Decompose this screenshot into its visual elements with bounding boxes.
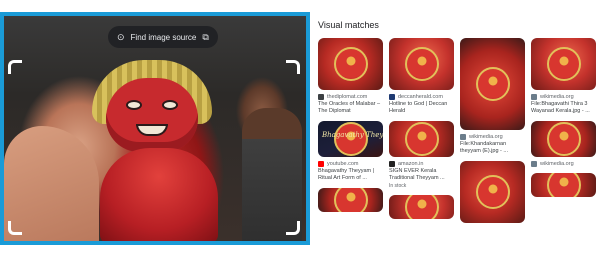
match-title[interactable]: File:Bhagavathi Thira 3 Wayanad Kerala.j… bbox=[531, 101, 596, 115]
match-thumbnail[interactable] bbox=[531, 121, 596, 157]
photo-costume bbox=[100, 148, 218, 241]
match-title[interactable]: Bhagavathy Theyyam | Ritual Art Form of … bbox=[318, 168, 383, 182]
match-thumbnail[interactable] bbox=[531, 173, 596, 197]
visual-match-card[interactable]: wikimedia.org bbox=[531, 121, 596, 167]
match-source: amazon.in bbox=[389, 161, 454, 167]
find-image-source-button[interactable]: ⊙ Find image source ⧉ bbox=[108, 26, 218, 48]
matches-column: wikimedia.org File:Bhagavathi Thira 3 Way… bbox=[531, 38, 596, 256]
matches-column: deccanherald.com Hotline to God | Deccan … bbox=[389, 38, 454, 256]
site-favicon-icon bbox=[389, 94, 395, 100]
visual-match-card[interactable] bbox=[460, 161, 525, 223]
photo-mask bbox=[106, 78, 198, 152]
site-favicon-icon bbox=[460, 134, 466, 140]
site-favicon-icon bbox=[318, 161, 324, 167]
match-thumbnail[interactable] bbox=[389, 195, 454, 219]
matches-column: thediplomat.com The Oracles of Malabar – … bbox=[318, 38, 383, 256]
visual-match-card[interactable]: wikimedia.org File:Khandakarnan theyyam (… bbox=[460, 38, 525, 155]
site-favicon-icon bbox=[318, 94, 324, 100]
site-favicon-icon bbox=[531, 161, 537, 167]
visual-match-card[interactable]: thediplomat.com The Oracles of Malabar – … bbox=[318, 38, 383, 115]
match-thumbnail[interactable] bbox=[318, 38, 383, 90]
match-thumbnail[interactable] bbox=[389, 38, 454, 90]
match-title[interactable]: The Oracles of Malabar – The Diplomat bbox=[318, 101, 383, 115]
match-thumbnail[interactable] bbox=[318, 188, 383, 212]
match-source: wikimedia.org bbox=[531, 161, 596, 167]
match-source: youtube.com bbox=[318, 161, 383, 167]
match-thumbnail[interactable] bbox=[531, 38, 596, 90]
visual-match-card[interactable] bbox=[318, 188, 383, 212]
lens-selection-panel[interactable]: ⊙ Find image source ⧉ bbox=[0, 12, 310, 245]
match-thumbnail[interactable] bbox=[460, 38, 525, 130]
find-image-source-label: Find image source bbox=[130, 32, 197, 42]
match-source: thediplomat.com bbox=[318, 94, 383, 100]
match-source: wikimedia.org bbox=[531, 94, 596, 100]
visual-match-card[interactable]: Bhagavathy Theyyam youtube.comBhagavathy … bbox=[318, 121, 383, 182]
match-thumbnail[interactable]: Bhagavathy Theyyam bbox=[318, 121, 383, 157]
selected-photo bbox=[4, 16, 306, 241]
google-lens-icon: ⊙ bbox=[117, 31, 125, 42]
visual-match-card[interactable]: wikimedia.org File:Bhagavathi Thira 3 Way… bbox=[531, 38, 596, 115]
match-thumbnail[interactable] bbox=[389, 121, 454, 157]
thumbnail-caption: Bhagavathy Theyyam bbox=[322, 131, 383, 139]
match-title[interactable]: Hotline to God | Deccan Herald bbox=[389, 101, 454, 115]
visual-match-card[interactable] bbox=[531, 173, 596, 197]
match-source: deccanherald.com bbox=[389, 94, 454, 100]
visual-match-card[interactable] bbox=[389, 195, 454, 219]
stock-status: In stock bbox=[389, 183, 407, 189]
visual-matches-heading: Visual matches bbox=[318, 20, 379, 30]
crop-handle-top-left[interactable] bbox=[8, 60, 22, 74]
crop-handle-bottom-left[interactable] bbox=[8, 221, 22, 235]
crop-handle-bottom-right[interactable] bbox=[286, 221, 300, 235]
matches-column: wikimedia.org File:Khandakarnan theyyam (… bbox=[460, 38, 525, 256]
crop-handle-top-right[interactable] bbox=[286, 60, 300, 74]
match-title[interactable]: File:Khandakarnan theyyam (E).jpg - ... bbox=[460, 141, 525, 155]
visual-match-card[interactable]: deccanherald.com Hotline to God | Deccan … bbox=[389, 38, 454, 115]
site-favicon-icon bbox=[389, 161, 395, 167]
match-source: wikimedia.org bbox=[460, 134, 525, 140]
match-title[interactable]: SIGN EVER Kerala Traditional Theyyam ... bbox=[389, 168, 454, 182]
match-thumbnail[interactable] bbox=[460, 161, 525, 223]
open-in-new-icon: ⧉ bbox=[202, 31, 209, 42]
visual-matches-grid: thediplomat.com The Oracles of Malabar – … bbox=[318, 38, 598, 256]
visual-match-card[interactable]: amazon.in SIGN EVER Kerala Traditional Th… bbox=[389, 121, 454, 189]
site-favicon-icon bbox=[531, 94, 537, 100]
